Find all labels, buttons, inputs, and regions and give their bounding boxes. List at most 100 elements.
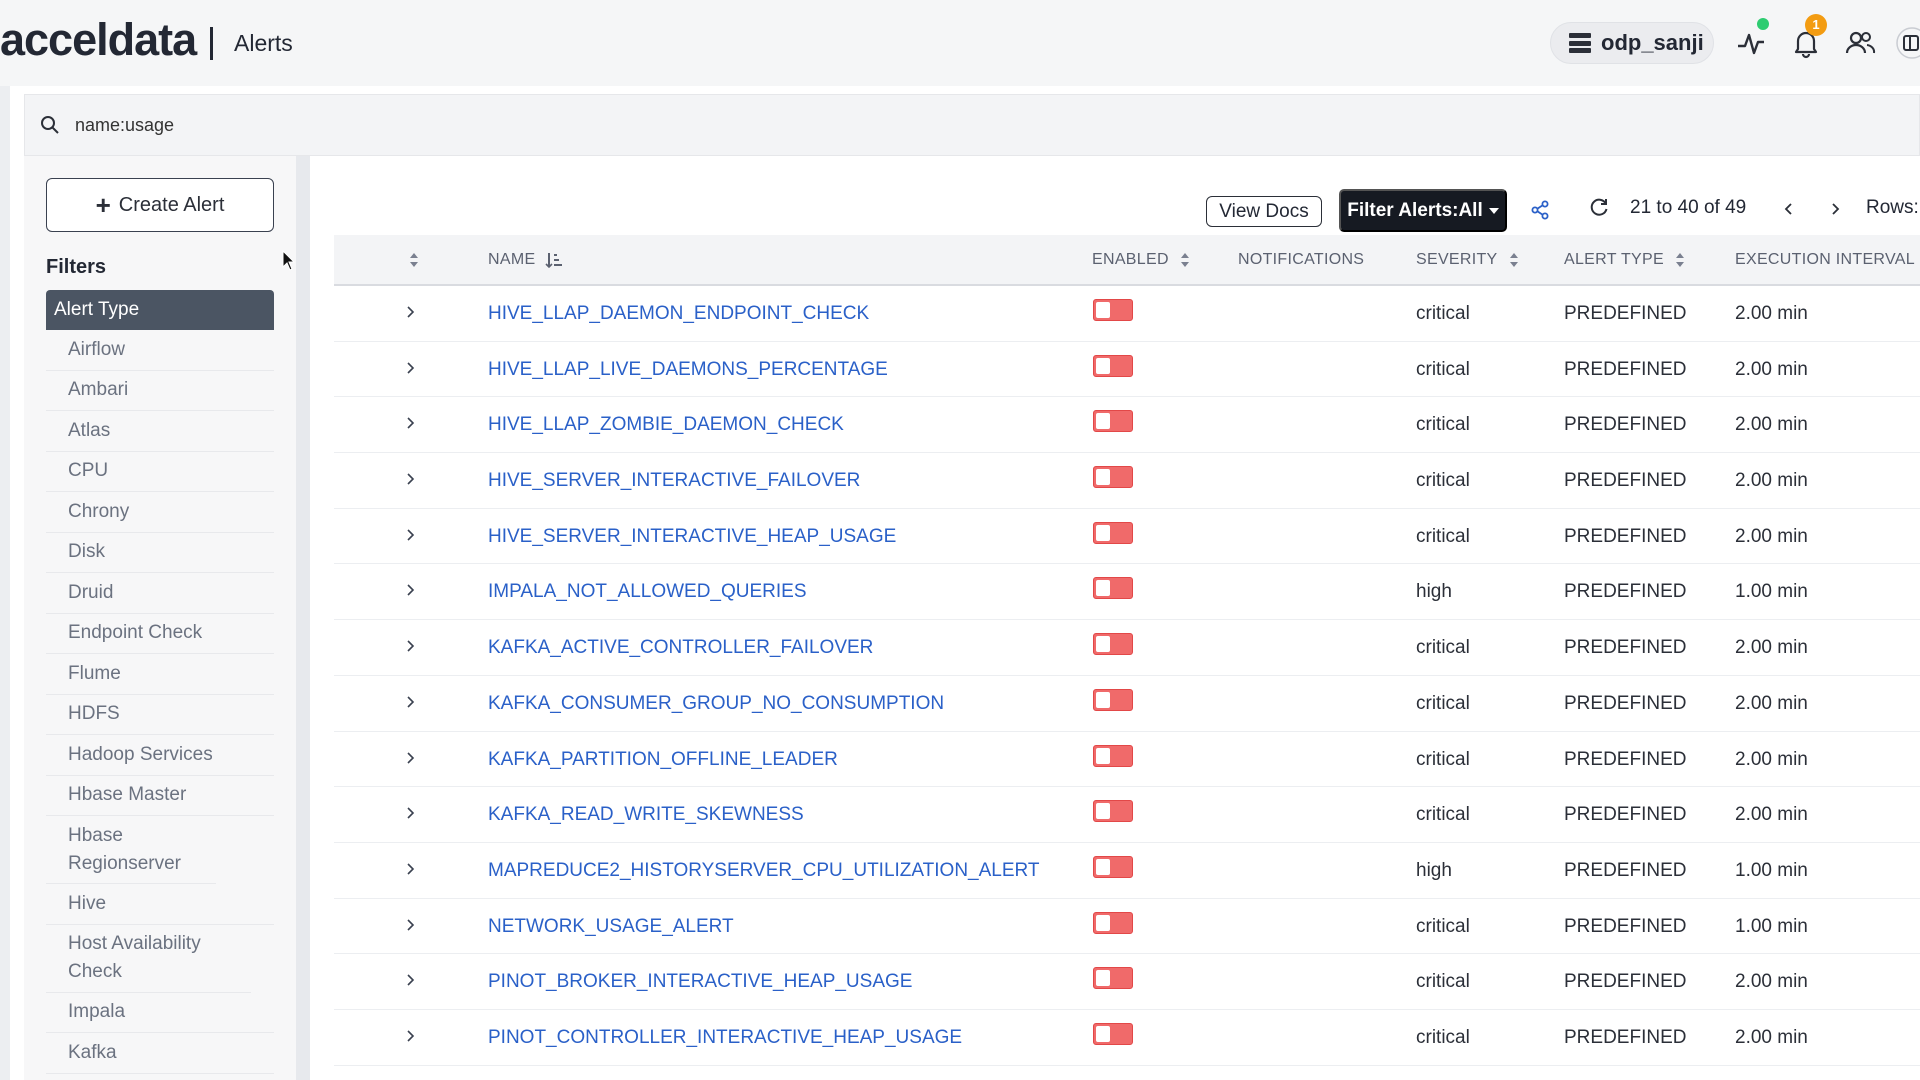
alert-type-value: PREDEFINED: [1564, 581, 1687, 603]
alert-name-link[interactable]: MAPREDUCE2_HISTORYSERVER_CPU_UTILIZATION…: [488, 860, 1040, 882]
table-row: HIVE_LLAP_ZOMBIE_DAEMON_CHECK critical P…: [334, 397, 1920, 454]
chevron-right-icon[interactable]: [404, 1028, 416, 1044]
filter-item-host-availability-check[interactable]: Host Availability Check: [46, 924, 251, 993]
alert-name-link[interactable]: PINOT_BROKER_INTERACTIVE_HEAP_USAGE: [488, 971, 912, 993]
filter-alerts-dropdown[interactable]: Filter Alerts:All: [1339, 189, 1507, 232]
table-header: NAME ENABLED NOTIFICATIONS SEVERITY ALER…: [334, 235, 1920, 286]
chevron-right-icon[interactable]: [1828, 200, 1842, 218]
alert-name-link[interactable]: KAFKA_ACTIVE_CONTROLLER_FAILOVER: [488, 637, 873, 659]
alert-name-link[interactable]: PINOT_CONTROLLER_INTERACTIVE_HEAP_USAGE: [488, 1027, 962, 1049]
interval-value: 1.00 min: [1735, 915, 1808, 937]
chevron-right-icon[interactable]: [404, 972, 416, 988]
refresh-icon[interactable]: [1588, 196, 1610, 218]
share-icon[interactable]: [1530, 200, 1550, 220]
filter-item-airflow[interactable]: Airflow: [46, 330, 274, 371]
interval-value: 2.00 min: [1735, 748, 1808, 770]
alert-type-value: PREDEFINED: [1564, 525, 1687, 547]
logo-divider: [210, 27, 213, 60]
chevron-right-icon[interactable]: [404, 527, 416, 543]
filter-item-hdfs[interactable]: HDFS: [46, 694, 274, 735]
alert-name-link[interactable]: HIVE_LLAP_LIVE_DAEMONS_PERCENTAGE: [488, 359, 888, 381]
enabled-toggle[interactable]: [1093, 410, 1133, 433]
interval-value: 2.00 min: [1735, 303, 1808, 324]
enabled-toggle[interactable]: [1093, 299, 1133, 321]
interval-value: 1.00 min: [1735, 859, 1808, 881]
interval-value: 2.00 min: [1735, 1026, 1808, 1048]
filter-item-ambari[interactable]: Ambari: [46, 370, 274, 411]
alert-name-link[interactable]: KAFKA_PARTITION_OFFLINE_LEADER: [488, 749, 838, 771]
enabled-toggle[interactable]: [1093, 967, 1133, 990]
filter-item-hadoop-services[interactable]: Hadoop Services: [46, 735, 274, 776]
chevron-right-icon[interactable]: [404, 415, 416, 431]
col-name[interactable]: NAME: [488, 251, 563, 269]
create-alert-button[interactable]: + Create Alert: [46, 178, 274, 232]
filter-item-hbase-master[interactable]: Hbase Master: [46, 775, 274, 816]
filter-item-disk[interactable]: Disk: [46, 532, 274, 573]
panel-resize-handle[interactable]: [296, 156, 310, 1080]
chevron-right-icon[interactable]: [404, 638, 416, 654]
filter-item-endpoint-check[interactable]: Endpoint Check: [46, 613, 274, 654]
table-row: KAFKA_CONSUMER_GROUP_NO_CONSUMPTION crit…: [334, 676, 1920, 732]
interval-value: 2.00 min: [1735, 470, 1808, 492]
alert-name-link[interactable]: HIVE_SERVER_INTERACTIVE_HEAP_USAGE: [488, 526, 896, 548]
col-severity[interactable]: SEVERITY: [1416, 251, 1520, 269]
enabled-toggle[interactable]: [1093, 911, 1133, 934]
view-docs-button[interactable]: View Docs: [1206, 196, 1322, 227]
sort-ascending-icon[interactable]: [545, 252, 563, 268]
chevron-right-icon[interactable]: [404, 304, 416, 320]
panel-icon[interactable]: [1892, 26, 1920, 60]
alert-name-link[interactable]: HIVE_LLAP_ZOMBIE_DAEMON_CHECK: [488, 414, 844, 436]
search-input[interactable]: [75, 114, 675, 136]
filter-item-druid[interactable]: Druid: [46, 573, 274, 614]
filter-group-alert-type[interactable]: Alert Type: [46, 290, 274, 330]
enabled-toggle[interactable]: [1093, 800, 1133, 823]
filter-item-kafka[interactable]: Kafka: [46, 1033, 274, 1074]
interval-value: 2.00 min: [1735, 414, 1808, 436]
enabled-toggle[interactable]: [1093, 744, 1133, 767]
chevron-right-icon[interactable]: [404, 582, 416, 598]
enabled-toggle[interactable]: [1093, 855, 1133, 878]
enabled-toggle[interactable]: [1093, 688, 1133, 711]
alert-name-link[interactable]: KAFKA_CONSUMER_GROUP_NO_CONSUMPTION: [488, 693, 944, 715]
alert-name-link[interactable]: NETWORK_USAGE_ALERT: [488, 916, 734, 938]
chevron-right-icon[interactable]: [404, 694, 416, 710]
left-edge-strip: [0, 86, 10, 1080]
chevron-right-icon[interactable]: [404, 861, 416, 877]
chevron-right-icon[interactable]: [404, 471, 416, 487]
sort-icon[interactable]: [408, 252, 420, 268]
enabled-toggle[interactable]: [1093, 1022, 1133, 1045]
interval-value: 2.00 min: [1735, 804, 1808, 826]
alert-name-link[interactable]: HIVE_SERVER_INTERACTIVE_FAILOVER: [488, 470, 860, 492]
chevron-right-icon[interactable]: [404, 917, 416, 933]
chevron-right-icon[interactable]: [404, 805, 416, 821]
filter-item-hbase-regionserver[interactable]: Hbase Regionserver: [46, 816, 216, 884]
filter-item-impala[interactable]: Impala: [46, 992, 274, 1033]
users-icon[interactable]: [1843, 26, 1877, 60]
chevron-right-icon[interactable]: [404, 750, 416, 766]
enabled-toggle[interactable]: [1093, 577, 1133, 600]
alert-name-link[interactable]: HIVE_LLAP_DAEMON_ENDPOINT_CHECK: [488, 303, 869, 325]
filter-item-cpu[interactable]: CPU: [46, 451, 274, 492]
enabled-toggle[interactable]: [1093, 633, 1133, 656]
enabled-toggle[interactable]: [1093, 354, 1133, 377]
chevron-right-icon[interactable]: [404, 360, 416, 376]
filter-item-atlas[interactable]: Atlas: [46, 411, 274, 452]
app-logo[interactable]: acceldata: [0, 14, 197, 66]
col-alert-type[interactable]: ALERT TYPE: [1564, 251, 1686, 269]
enabled-toggle[interactable]: [1093, 521, 1133, 544]
cluster-selector[interactable]: odp_sanji: [1550, 22, 1714, 64]
alert-name-link[interactable]: KAFKA_READ_WRITE_SKEWNESS: [488, 804, 804, 826]
sort-icon[interactable]: [1179, 252, 1191, 268]
sort-icon[interactable]: [1508, 252, 1520, 268]
pulse-icon[interactable]: [1734, 26, 1768, 60]
filter-item-flume[interactable]: Flume: [46, 654, 274, 695]
health-status-dot: [1757, 18, 1769, 30]
table-row: PINOT_CONTROLLER_INTERACTIVE_HEAP_USAGE …: [334, 1010, 1920, 1066]
chevron-left-icon[interactable]: [1782, 200, 1796, 218]
enabled-toggle[interactable]: [1093, 466, 1133, 489]
filter-item-hive[interactable]: Hive: [46, 884, 274, 925]
sort-icon[interactable]: [1674, 252, 1686, 268]
col-enabled[interactable]: ENABLED: [1092, 251, 1191, 269]
alert-name-link[interactable]: IMPALA_NOT_ALLOWED_QUERIES: [488, 581, 807, 603]
filter-item-chrony[interactable]: Chrony: [46, 492, 274, 533]
